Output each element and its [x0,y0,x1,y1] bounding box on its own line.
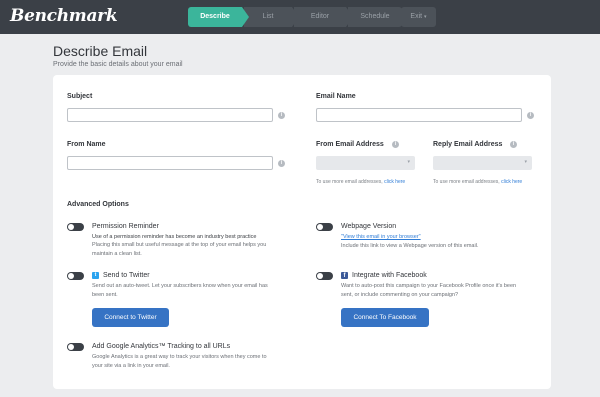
integrate-facebook-desc-2: sent, or include commenting on your camp… [341,292,459,298]
twitter-icon: t [92,272,99,279]
google-analytics-desc-2: your site via a link in your email. [92,363,170,369]
google-analytics-desc-1: Google Analytics is a great way to track… [92,354,267,360]
benchmark-logo[interactable]: Benchmark [10,6,118,26]
permission-reminder-toggle[interactable] [67,223,84,231]
subject-input[interactable] [67,108,273,122]
chevron-down-icon: ▾ [407,159,410,165]
connect-twitter-button[interactable]: Connect to Twitter [92,308,169,327]
webpage-version-toggle[interactable] [316,223,333,231]
integrate-facebook-title: Integrate with Facebook [352,272,427,279]
subject-label: Subject [67,93,93,100]
connect-facebook-button[interactable]: Connect To Facebook [341,308,429,327]
info-icon[interactable]: i [278,160,285,167]
permission-reminder-desc-3: maintain a clean list. [92,251,142,257]
reply-email-help: To use more email addresses, click here [433,179,522,185]
permission-reminder-title: Permission Reminder [92,223,159,230]
step-schedule[interactable]: Schedule [348,7,402,27]
page-subtitle: Provide the basic details about your ema… [53,61,183,68]
exit-label: Exit [410,13,423,20]
webpage-version-title: Webpage Version [341,223,397,230]
wizard-steps: Describe List Editor Schedule [188,7,402,27]
form-card [53,75,551,389]
from-email-label: From Email Address [316,141,384,148]
step-list[interactable]: List [244,7,299,27]
page-title: Describe Email [53,43,148,59]
integrate-facebook-desc-1: Want to auto-post this campaign to your … [341,283,517,289]
click-here-link[interactable]: click here [384,179,405,185]
info-icon[interactable]: i [392,141,399,148]
from-name-input[interactable] [67,156,273,170]
toggle-knob [68,224,74,230]
chevron-down-icon: ▾ [524,159,527,165]
facebook-icon: f [341,272,348,279]
from-name-label: From Name [67,141,106,148]
toggle-knob [317,273,323,279]
info-icon[interactable]: i [278,112,285,119]
info-icon[interactable]: i [510,141,517,148]
send-to-twitter-title: Send to Twitter [103,272,150,279]
toggle-knob [317,224,323,230]
step-describe[interactable]: Describe [188,7,249,27]
top-bar: Benchmark Describe List Editor Schedule … [0,0,600,34]
exit-button[interactable]: Exit ▾ [401,7,436,27]
info-icon[interactable]: i [527,112,534,119]
send-to-twitter-desc-2: been sent. [92,292,118,298]
email-name-input[interactable] [316,108,522,122]
send-to-twitter-desc-1: Send out an auto-tweet. Let your subscri… [92,283,268,289]
chevron-down-icon: ▾ [424,14,427,20]
from-email-select[interactable]: ▾ [316,156,415,170]
from-email-help: To use more email addresses, click here [316,179,405,185]
google-analytics-toggle[interactable] [67,343,84,351]
email-name-label: Email Name [316,93,356,100]
toggle-knob [68,273,74,279]
advanced-options-title: Advanced Options [67,201,129,208]
integrate-facebook-toggle[interactable] [316,272,333,280]
webpage-version-desc: Include this link to view a Webpage vers… [341,243,479,249]
google-analytics-title: Add Google Analytics™ Tracking to all UR… [92,343,231,350]
webpage-version-link-line: "View this email in your browser" [341,233,421,242]
send-to-twitter-toggle[interactable] [67,272,84,280]
view-in-browser-link[interactable]: "View this email in your browser" [341,234,421,240]
help-text: To use more email addresses, [433,179,502,185]
reply-email-label: Reply Email Address [433,141,503,148]
reply-email-select[interactable]: ▾ [433,156,532,170]
step-editor[interactable]: Editor [294,7,353,27]
click-here-link[interactable]: click here [501,179,522,185]
permission-reminder-desc-2: Placing this small but useful message at… [92,242,267,248]
toggle-knob [68,344,74,350]
help-text: To use more email addresses, [316,179,385,185]
